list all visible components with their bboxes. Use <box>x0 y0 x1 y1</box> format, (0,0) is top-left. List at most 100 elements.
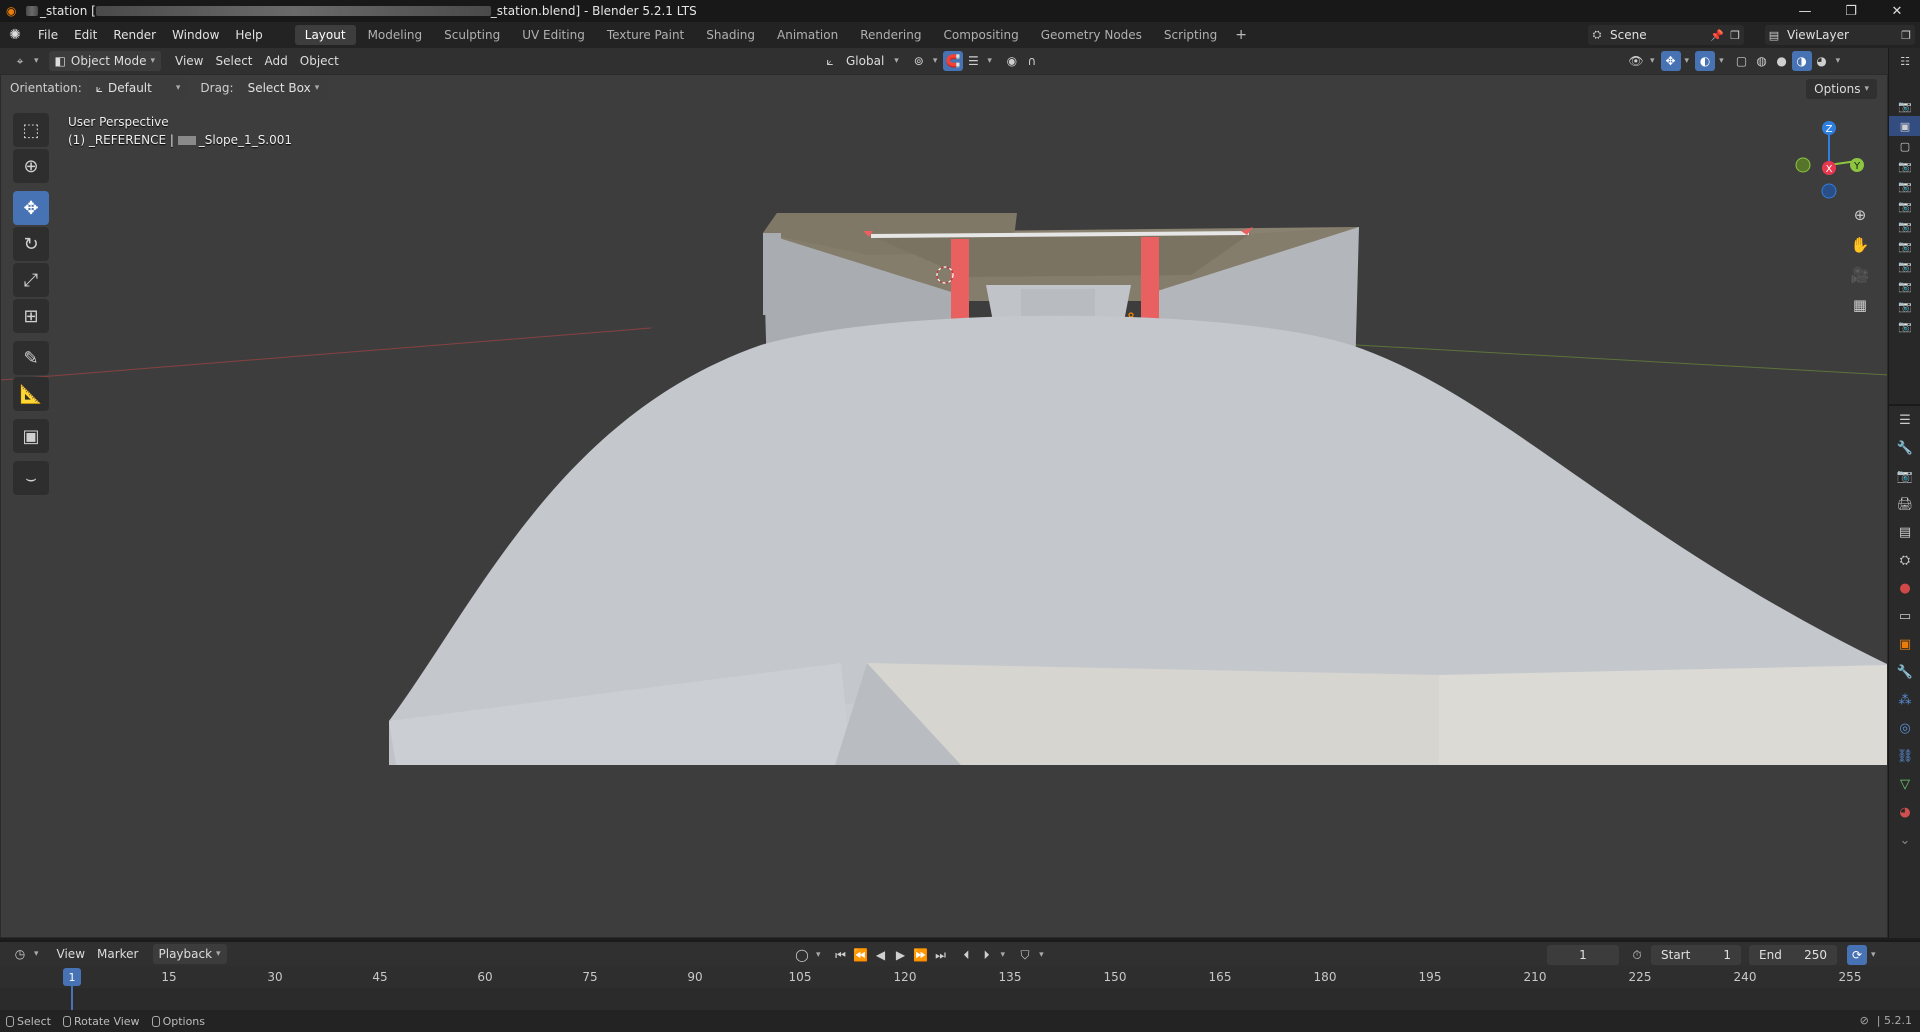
selected-row-icon[interactable]: ▣ <box>1889 116 1920 136</box>
tab-animation[interactable]: Animation <box>767 25 848 45</box>
camera-view-icon[interactable]: 🎥 <box>1847 261 1873 289</box>
particles-tab-icon[interactable]: ⁂ <box>1889 686 1920 714</box>
annotate-tool[interactable]: ✎ <box>13 341 49 375</box>
new-scene-icon[interactable]: ❐ <box>1726 26 1744 44</box>
tab-shading[interactable]: Shading <box>696 25 765 45</box>
tab-sculpting[interactable]: Sculpting <box>434 25 510 45</box>
menu-edit[interactable]: Edit <box>66 22 105 48</box>
menu-help[interactable]: Help <box>227 22 270 48</box>
record-icon[interactable]: ◯ <box>792 945 812 965</box>
maximize-button[interactable]: ❐ <box>1828 0 1874 22</box>
prev-frame-icon[interactable]: ⏴ <box>957 945 977 965</box>
tab-geometry-nodes[interactable]: Geometry Nodes <box>1031 25 1152 45</box>
menu-view[interactable]: View <box>169 51 209 71</box>
move-tool[interactable]: ✥ <box>13 191 49 225</box>
blender-logo-icon[interactable]: ✺ <box>0 27 30 43</box>
timeline-editor-icon[interactable]: ◷ <box>10 944 30 964</box>
data-tab-icon[interactable]: ▽ <box>1889 770 1920 798</box>
next-keyframe-icon[interactable]: ⏩ <box>911 945 931 965</box>
overlay-toggle-icon[interactable]: ◐ <box>1695 51 1716 71</box>
select-box-tool[interactable]: ⬚ <box>13 113 49 147</box>
tab-layout[interactable]: Layout <box>294 25 356 45</box>
menu-select[interactable]: Select <box>209 51 258 71</box>
transform-orientation-dropdown[interactable]: Global <box>840 51 890 71</box>
outliner-editor-icon[interactable]: ☷ <box>1889 48 1920 74</box>
scale-tool[interactable]: ⤢ <box>13 263 49 297</box>
camera-restrict-icon[interactable]: 📷 <box>1889 316 1920 336</box>
snap-target-icon[interactable]: ☰ <box>963 51 983 71</box>
navigation-gizmo[interactable]: Z Y X <box>1789 111 1869 201</box>
view-layer-tab-icon[interactable]: ▤ <box>1889 518 1920 546</box>
gizmo-toggle-icon[interactable]: ✥ <box>1660 51 1681 71</box>
snap-icon[interactable]: 🧲 <box>943 51 964 71</box>
camera-restrict-icon[interactable]: 📷 <box>1889 296 1920 316</box>
prev-keyframe-icon[interactable]: ⏪ <box>851 945 871 965</box>
constraints-tab-icon[interactable]: ⛓ <box>1889 742 1920 770</box>
curve-tool[interactable]: ⌣ <box>13 461 49 495</box>
add-cube-tool[interactable]: ▣ <box>13 419 49 453</box>
menu-window[interactable]: Window <box>164 22 227 48</box>
material-tab-icon[interactable]: ◕ <box>1889 798 1920 826</box>
xray-icon[interactable]: ▢ <box>1732 51 1752 71</box>
physics-tab-icon[interactable]: ◎ <box>1889 714 1920 742</box>
new-view-layer-icon[interactable]: ❐ <box>1897 26 1915 44</box>
material-shading-icon[interactable]: ◑ <box>1791 51 1812 71</box>
start-frame-field[interactable]: Start 1 <box>1651 945 1741 965</box>
more-tabs-icon[interactable]: ⌄ <box>1889 826 1920 854</box>
sync-icon[interactable]: ⟳ <box>1847 945 1867 965</box>
menu-file[interactable]: File <box>30 22 66 48</box>
scene-tab-icon[interactable]: ⛭ <box>1889 546 1920 574</box>
properties-editor-icon[interactable]: ☰ <box>1889 406 1920 434</box>
camera-restrict-icon[interactable]: 📷 <box>1889 216 1920 236</box>
frame-ruler[interactable]: 15 30 45 60 75 90 105 120 135 150 165 18… <box>0 966 1920 988</box>
measure-tool[interactable]: 📐 <box>13 377 49 411</box>
next-frame-icon[interactable]: ⏵ <box>977 945 997 965</box>
play-reverse-icon[interactable]: ◀ <box>871 945 891 965</box>
scene-selector[interactable]: ⛭ Scene 📌 ❐ <box>1588 25 1744 45</box>
auto-keying-icon[interactable]: ⛉ <box>1015 945 1035 965</box>
menu-add[interactable]: Add <box>259 51 294 71</box>
collection-tab-icon[interactable]: ▭ <box>1889 602 1920 630</box>
tab-rendering[interactable]: Rendering <box>850 25 931 45</box>
play-icon[interactable]: ▶ <box>891 945 911 965</box>
render-tab-icon[interactable]: 📷 <box>1889 462 1920 490</box>
visibility-icon[interactable]: 👁 <box>1626 51 1646 71</box>
rotate-tool[interactable]: ↻ <box>13 227 49 261</box>
orientation-dropdown[interactable]: ⟀ Default ▾ <box>87 78 189 98</box>
camera-restrict-icon[interactable]: 📷 <box>1889 196 1920 216</box>
minimize-button[interactable]: — <box>1782 0 1828 22</box>
3d-viewport[interactable]: Options ▾ User Perspective (1) _REFERENCE… <box>0 74 1888 938</box>
menu-render[interactable]: Render <box>105 22 164 48</box>
jump-end-icon[interactable]: ⏭ <box>931 945 951 965</box>
solid-shading-icon[interactable]: ● <box>1772 51 1792 71</box>
close-button[interactable]: ✕ <box>1874 0 1920 22</box>
ortho-grid-icon[interactable]: ▦ <box>1847 291 1873 319</box>
menu-object[interactable]: Object <box>294 51 345 71</box>
timeline-menu-view[interactable]: View <box>51 944 91 964</box>
pin-icon[interactable]: 📌 <box>1708 26 1726 44</box>
transform-tool[interactable]: ⊞ <box>13 299 49 333</box>
tab-uv-editing[interactable]: UV Editing <box>512 25 595 45</box>
timeline-area[interactable]: 15 30 45 60 75 90 105 120 135 150 165 18… <box>0 966 1920 1010</box>
tab-scripting[interactable]: Scripting <box>1154 25 1227 45</box>
tab-texture-paint[interactable]: Texture Paint <box>597 25 694 45</box>
add-workspace-button[interactable]: + <box>1227 27 1255 43</box>
modifier-tab-icon[interactable]: 🔧 <box>1889 658 1920 686</box>
camera-restrict-icon[interactable]: 📷 <box>1889 256 1920 276</box>
view-layer-selector[interactable]: ▤ ViewLayer ❐ <box>1765 25 1915 45</box>
current-frame-field[interactable]: 1 <box>1547 945 1619 965</box>
falloff-icon[interactable]: ∩ <box>1022 51 1042 71</box>
zoom-icon[interactable]: ⊕ <box>1847 201 1873 229</box>
output-tab-icon[interactable]: 🖨 <box>1889 490 1920 518</box>
pivot-icon[interactable]: ⊚ <box>909 51 929 71</box>
tool-tab-icon[interactable]: 🔧 <box>1889 434 1920 462</box>
jump-start-icon[interactable]: ⏮ <box>831 945 851 965</box>
rendered-shading-icon[interactable]: ◕ <box>1812 51 1832 71</box>
editor-type-icon[interactable]: ⌖ <box>10 51 30 71</box>
playback-dropdown[interactable]: Playback ▾ <box>152 944 227 964</box>
tab-modeling[interactable]: Modeling <box>358 25 433 45</box>
playhead[interactable]: 1 <box>63 968 81 986</box>
preview-range-icon[interactable]: ⏱ <box>1627 945 1647 965</box>
tab-compositing[interactable]: Compositing <box>933 25 1028 45</box>
cursor-tool[interactable]: ⊕ <box>13 149 49 183</box>
